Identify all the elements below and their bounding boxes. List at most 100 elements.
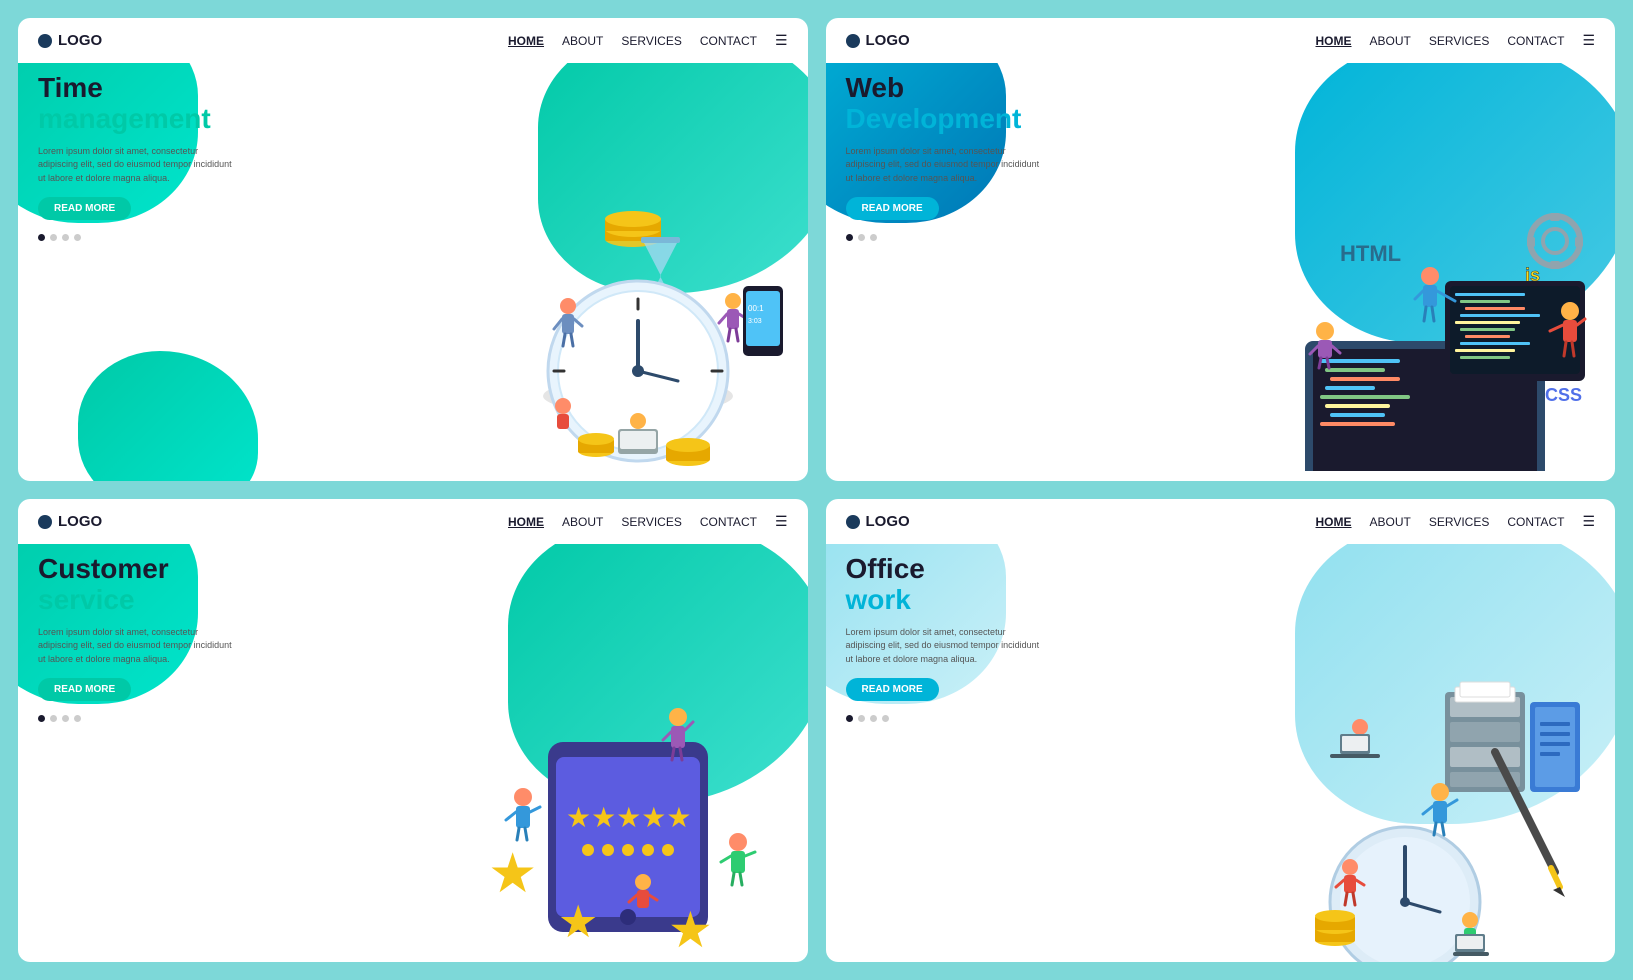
title-line1-1: Time xyxy=(38,73,238,104)
card-customer-service: LOGO HOME ABOUT SERVICES CONTACT ☰ Custo… xyxy=(18,499,808,962)
nav-time-management: LOGO HOME ABOUT SERVICES CONTACT ☰ xyxy=(18,18,808,63)
nav-web-development: LOGO HOME ABOUT SERVICES CONTACT ☰ xyxy=(826,18,1616,63)
title-line2-3: service xyxy=(38,585,238,616)
logo-dot-4 xyxy=(846,515,860,529)
nav-about-3[interactable]: ABOUT xyxy=(562,515,603,529)
nav-services-3[interactable]: SERVICES xyxy=(621,515,681,529)
dot-3-3 xyxy=(62,715,69,722)
title-line1-3: Customer xyxy=(38,554,238,585)
dots-1 xyxy=(38,234,238,241)
dot-4-3 xyxy=(74,715,81,722)
nav-contact-3[interactable]: CONTACT xyxy=(700,515,757,529)
card-content-2: Web Development Lorem ipsum dolor sit am… xyxy=(846,73,1046,241)
card-office-work: LOGO HOME ABOUT SERVICES CONTACT ☰ Offic… xyxy=(826,499,1616,962)
dot-active-1 xyxy=(38,234,45,241)
svg-text:CSS: CSS xyxy=(1545,385,1582,405)
customer-service-scene: ★★★★★ ★ ★ ★ xyxy=(448,682,788,952)
svg-text:★: ★ xyxy=(488,842,537,904)
logo-ow: LOGO xyxy=(846,513,910,530)
logo-text-4: LOGO xyxy=(866,513,910,530)
dot-active-2 xyxy=(846,234,853,241)
nav-links-2: HOME ABOUT SERVICES CONTACT ☰ xyxy=(1316,32,1595,49)
logo-text-2: LOGO xyxy=(866,32,910,49)
title-line1-2: Web xyxy=(846,73,1046,104)
dots-2 xyxy=(846,234,1046,241)
logo-text-3: LOGO xyxy=(58,513,102,530)
clock-scene-1: 00:1 3:03 xyxy=(448,211,788,471)
logo-dot xyxy=(38,34,52,48)
dot-2-3 xyxy=(50,715,57,722)
logo-web: LOGO xyxy=(846,32,910,49)
card-time-management: LOGO HOME ABOUT SERVICES CONTACT ☰ Time … xyxy=(18,18,808,481)
desc-2: Lorem ipsum dolor sit amet, consectetur … xyxy=(846,145,1046,186)
desc-4: Lorem ipsum dolor sit amet, consectetur … xyxy=(846,626,1046,667)
card-body-1: Time management Lorem ipsum dolor sit am… xyxy=(18,63,808,481)
read-more-btn-4[interactable]: READ MORE xyxy=(846,678,939,701)
nav-links-3: HOME ABOUT SERVICES CONTACT ☰ xyxy=(508,513,787,530)
nav-services-4[interactable]: SERVICES xyxy=(1429,515,1489,529)
card-content-4: Office work Lorem ipsum dolor sit amet, … xyxy=(846,554,1046,722)
hamburger-icon-1[interactable]: ☰ xyxy=(775,32,788,49)
title-line2-1: management xyxy=(38,104,238,135)
dot-4-1 xyxy=(74,234,81,241)
svg-text:★★★★★: ★★★★★ xyxy=(566,802,692,833)
read-more-btn-2[interactable]: READ MORE xyxy=(846,197,939,220)
nav-services-2[interactable]: SERVICES xyxy=(1429,34,1489,48)
nav-home-4[interactable]: HOME xyxy=(1316,515,1352,529)
nav-home-1[interactable]: HOME xyxy=(508,34,544,48)
nav-home-3[interactable]: HOME xyxy=(508,515,544,529)
dot-2-2 xyxy=(858,234,865,241)
logo-dot-3 xyxy=(38,515,52,529)
logo-cs: LOGO xyxy=(38,513,102,530)
svg-text:★: ★ xyxy=(668,902,713,952)
dot-active-3 xyxy=(38,715,45,722)
dot-active-4 xyxy=(846,715,853,722)
svg-text:00:1: 00:1 xyxy=(748,304,764,313)
nav-contact-4[interactable]: CONTACT xyxy=(1507,515,1564,529)
desc-1: Lorem ipsum dolor sit amet, consectetur … xyxy=(38,145,238,186)
office-scene xyxy=(1245,672,1605,962)
card-body-2: Web Development Lorem ipsum dolor sit am… xyxy=(826,63,1616,481)
svg-text:3:03: 3:03 xyxy=(748,318,762,325)
svg-text:HTML: HTML xyxy=(1340,241,1401,266)
svg-text:★: ★ xyxy=(558,896,598,947)
nav-about-1[interactable]: ABOUT xyxy=(562,34,603,48)
nav-contact-2[interactable]: CONTACT xyxy=(1507,34,1564,48)
hamburger-icon-3[interactable]: ☰ xyxy=(775,513,788,530)
title-line2-4: work xyxy=(846,585,1046,616)
nav-services-1[interactable]: SERVICES xyxy=(621,34,681,48)
nav-contact-1[interactable]: CONTACT xyxy=(700,34,757,48)
card-content-3: Customer service Lorem ipsum dolor sit a… xyxy=(38,554,238,722)
nav-links-4: HOME ABOUT SERVICES CONTACT ☰ xyxy=(1316,513,1595,530)
nav-about-4[interactable]: ABOUT xyxy=(1370,515,1411,529)
dot-4-4 xyxy=(882,715,889,722)
read-more-btn-3[interactable]: READ MORE xyxy=(38,678,131,701)
title-line1-4: Office xyxy=(846,554,1046,585)
title-line2-2: Development xyxy=(846,104,1046,135)
card-body-4: Office work Lorem ipsum dolor sit amet, … xyxy=(826,544,1616,962)
logo-dot-2 xyxy=(846,34,860,48)
nav-home-2[interactable]: HOME xyxy=(1316,34,1352,48)
card-body-3: Customer service Lorem ipsum dolor sit a… xyxy=(18,544,808,962)
dot-2-4 xyxy=(858,715,865,722)
card-web-development: LOGO HOME ABOUT SERVICES CONTACT ☰ Web D… xyxy=(826,18,1616,481)
dot-2-1 xyxy=(50,234,57,241)
nav-about-2[interactable]: ABOUT xyxy=(1370,34,1411,48)
card-content-1: Time management Lorem ipsum dolor sit am… xyxy=(38,73,238,241)
web-dev-scene: HTML js CSS xyxy=(1245,201,1605,471)
read-more-btn-1[interactable]: READ MORE xyxy=(38,197,131,220)
logo-text: LOGO xyxy=(58,32,102,49)
logo-time-management: LOGO xyxy=(38,32,102,49)
nav-office-work: LOGO HOME ABOUT SERVICES CONTACT ☰ xyxy=(826,499,1616,544)
dot-3-1 xyxy=(62,234,69,241)
dots-4 xyxy=(846,715,1046,722)
dots-3 xyxy=(38,715,238,722)
hamburger-icon-2[interactable]: ☰ xyxy=(1582,32,1595,49)
nav-links-1: HOME ABOUT SERVICES CONTACT ☰ xyxy=(508,32,787,49)
hamburger-icon-4[interactable]: ☰ xyxy=(1582,513,1595,530)
desc-3: Lorem ipsum dolor sit amet, consectetur … xyxy=(38,626,238,667)
dot-3-2 xyxy=(870,234,877,241)
blob-bl-1 xyxy=(78,351,258,481)
nav-customer-service: LOGO HOME ABOUT SERVICES CONTACT ☰ xyxy=(18,499,808,544)
dot-3-4 xyxy=(870,715,877,722)
